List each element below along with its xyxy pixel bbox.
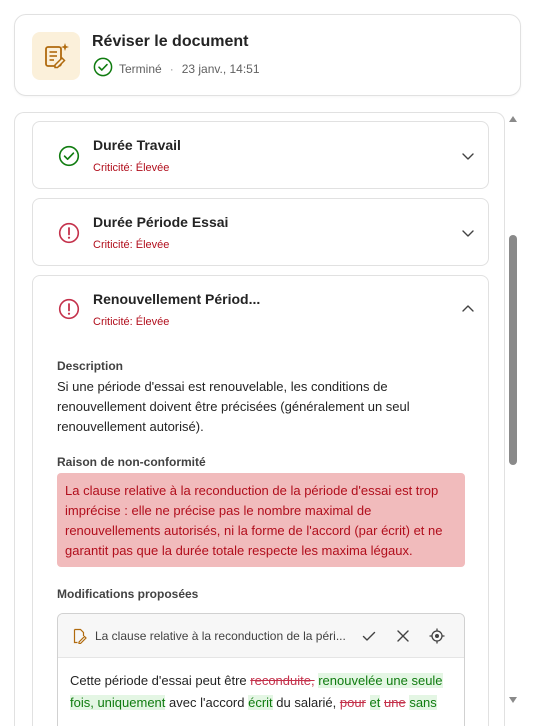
modification-title: La clause relative à la reconduction de … bbox=[95, 629, 345, 643]
reject-close-icon[interactable] bbox=[395, 628, 411, 649]
error-circle-icon bbox=[57, 297, 81, 321]
status-row: Terminé · 23 janv., 14:51 bbox=[93, 57, 260, 80]
reason-text: La clause relative à la reconduction de … bbox=[57, 473, 465, 567]
error-circle-icon bbox=[57, 221, 81, 245]
criticality-label: Criticité: Élevée bbox=[93, 239, 170, 251]
deleted-text: pour bbox=[339, 695, 366, 710]
unchanged-text: du salarié, bbox=[272, 695, 340, 710]
modification-text: Cette période d'essai peut être recondui… bbox=[70, 670, 455, 714]
chevron-down-icon[interactable] bbox=[460, 225, 476, 241]
document-sparkle-icon bbox=[32, 32, 80, 80]
timestamp: 23 janv., 14:51 bbox=[181, 61, 260, 76]
separator: · bbox=[169, 61, 174, 76]
modification-header: La clause relative à la reconduction de … bbox=[58, 614, 464, 658]
review-items-panel[interactable]: Durée Travail Criticité: Élevée Durée Pé… bbox=[14, 112, 505, 726]
task-header-card: Réviser le document Terminé · 23 janv., … bbox=[14, 14, 521, 96]
review-item-renouvellement-periode[interactable]: Renouvellement Périod... Criticité: Élev… bbox=[32, 275, 489, 726]
check-circle-icon bbox=[57, 144, 81, 168]
check-circle-icon bbox=[93, 57, 113, 80]
accept-check-icon[interactable] bbox=[361, 628, 377, 649]
inserted-text: sans bbox=[409, 695, 437, 710]
scroll-up-arrow-icon[interactable] bbox=[509, 116, 517, 122]
scroll-down-arrow-icon[interactable] bbox=[509, 697, 517, 703]
deleted-text: reconduite, bbox=[250, 673, 315, 688]
scroll-thumb[interactable] bbox=[509, 235, 517, 465]
chevron-up-icon[interactable] bbox=[460, 301, 476, 317]
inserted-text: écrit bbox=[248, 695, 273, 710]
chevron-down-icon[interactable] bbox=[460, 148, 476, 164]
criticality-label: Criticité: Élevée bbox=[93, 316, 170, 328]
deleted-text: une bbox=[383, 695, 406, 710]
unchanged-text: Cette période d'essai peut être bbox=[70, 673, 251, 688]
description-label: Description bbox=[57, 359, 124, 373]
criticality-label: Criticité: Élevée bbox=[93, 162, 170, 174]
inserted-text: et bbox=[369, 695, 381, 710]
status-label: Terminé bbox=[119, 61, 162, 76]
item-title: Durée Période Essai bbox=[93, 214, 229, 230]
locate-target-icon[interactable] bbox=[429, 628, 445, 649]
reason-label: Raison de non-conformité bbox=[57, 455, 206, 469]
vertical-scrollbar[interactable] bbox=[505, 112, 521, 726]
modifications-label: Modifications proposées bbox=[57, 587, 199, 601]
document-edit-icon bbox=[71, 628, 87, 649]
item-title: Renouvellement Périod... bbox=[93, 291, 261, 307]
item-title: Durée Travail bbox=[93, 137, 181, 153]
unchanged-text bbox=[366, 695, 370, 710]
unchanged-text: avec l'accord bbox=[165, 695, 249, 710]
page-title: Réviser le document bbox=[92, 33, 249, 50]
review-item-duree-travail[interactable]: Durée Travail Criticité: Élevée bbox=[32, 121, 489, 189]
proposed-modification-card: La clause relative à la reconduction de … bbox=[57, 613, 465, 726]
description-text: Si une période d'essai est renouvelable,… bbox=[57, 379, 410, 434]
review-item-duree-periode-essai[interactable]: Durée Période Essai Criticité: Élevée bbox=[32, 198, 489, 266]
